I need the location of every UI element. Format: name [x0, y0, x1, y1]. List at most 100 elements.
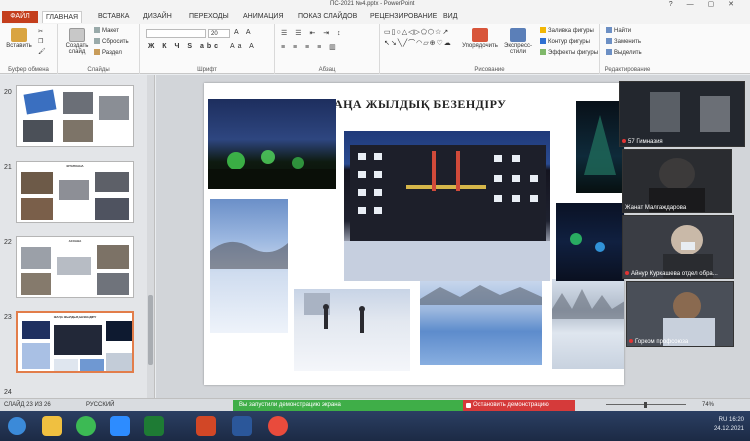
- thumb-number: 24: [4, 389, 12, 396]
- slide-workspace: ЖАҢА ЖЫЛДЫҚ БЕЗЕНДІРУ 57 Гимназия Жанат …: [156, 75, 750, 398]
- tab-transitions[interactable]: ПЕРЕХОДЫ: [186, 11, 232, 23]
- select-button[interactable]: Выделить: [606, 49, 642, 56]
- current-slide[interactable]: ЖАҢА ЖЫЛДЫҚ БЕЗЕНДІРУ: [204, 83, 624, 385]
- tab-review[interactable]: РЕЦЕНЗИРОВАНИЕ: [367, 11, 440, 23]
- photo-ice-rink-art: [420, 285, 542, 305]
- stop-share-button[interactable]: Остановить демонстрацию: [463, 400, 575, 411]
- select-icon: [606, 49, 612, 55]
- thumb-image: [97, 245, 129, 269]
- participant-name-2: Жанат Малгаждарова: [625, 205, 687, 211]
- slide-thumbnails-panel: 20 21 КІТАПХАНА 22 АСХАНА 23 ЖАҢА ЖЫЛДЫҚ…: [0, 75, 155, 398]
- file-explorer-icon[interactable]: [42, 416, 62, 436]
- thumb-image: [22, 321, 50, 339]
- photo-snowy-park[interactable]: [210, 199, 288, 333]
- zoom-slider[interactable]: [600, 402, 700, 408]
- system-tray[interactable]: RU 16:20 24.12.2021: [714, 416, 744, 434]
- replace-button[interactable]: Заменить: [606, 38, 641, 45]
- thumb-image: [95, 172, 129, 192]
- thumb-number: 23: [4, 314, 12, 321]
- photo-night-tree-art: [584, 115, 616, 175]
- stop-icon: [466, 403, 471, 408]
- photo-school-building[interactable]: [344, 131, 550, 281]
- quick-styles-button[interactable]: Экспресс-стили: [498, 28, 538, 55]
- tab-home[interactable]: ГЛАВНАЯ: [42, 11, 83, 23]
- photo-night-tree[interactable]: [576, 101, 624, 193]
- photo-neon-lights-art: [570, 233, 605, 252]
- format-painter-icon[interactable]: 🖌: [38, 48, 46, 55]
- font-color-icon[interactable]: Aa A: [230, 43, 257, 50]
- tab-insert[interactable]: ВСТАВКА: [95, 11, 132, 23]
- video-tile-1-art: [650, 92, 730, 132]
- slide-thumbnail-23[interactable]: ЖАҢА ЖЫЛДЫҚ БЕЗЕНДІРУ: [16, 311, 134, 373]
- video-tile-4[interactable]: Горком профсоюза: [626, 281, 734, 347]
- tab-view[interactable]: ВИД: [440, 11, 460, 23]
- browser-icon[interactable]: [268, 416, 288, 436]
- slide-thumbnail-21[interactable]: КІТАПХАНА: [16, 161, 134, 223]
- list-icons[interactable]: ☰ ☰ ⇤ ⇥ ↕: [281, 29, 344, 37]
- powerpoint-icon[interactable]: [196, 416, 216, 436]
- video-tile-3[interactable]: Айнур Куркашева отдел обра...: [622, 215, 734, 279]
- thumb-image: [63, 120, 93, 142]
- cut-icon[interactable]: ✂: [38, 28, 43, 35]
- layout-icon: [94, 27, 100, 33]
- window-controls[interactable]: ? — ▢ ✕: [669, 0, 740, 8]
- shapes-gallery-row2-icon[interactable]: ↖↘╲╱⌒◠▱⊕♡☁: [384, 38, 452, 48]
- align-icons[interactable]: ≡ ≡ ≡ ≡ ▥: [281, 43, 339, 51]
- powerpoint-screen: ПС-2021 №4.pptx - PowerPoint ? — ▢ ✕ ФАЙ…: [0, 0, 750, 441]
- thumb-number: 21: [4, 164, 12, 171]
- thumb-image: [63, 92, 93, 114]
- arrange-button[interactable]: Упорядочить: [460, 28, 500, 49]
- shape-fill-icon: [540, 27, 546, 33]
- font-style-icons[interactable]: Ж К Ч S abc: [148, 43, 221, 50]
- replace-icon: [606, 38, 612, 44]
- copy-icon[interactable]: ❐: [38, 38, 43, 45]
- photo-night-park[interactable]: [208, 99, 336, 189]
- shapes-gallery-icon[interactable]: ▭▯○△◁▷⬠⬡☆↗: [384, 28, 449, 36]
- section-button[interactable]: Раздел: [94, 49, 122, 56]
- slide-thumbnail-20[interactable]: [16, 85, 134, 147]
- photo-ice-rink[interactable]: [420, 281, 542, 365]
- group-paragraph: ☰ ☰ ⇤ ⇥ ↕ ≡ ≡ ≡ ≡ ▥ Абзац: [275, 24, 380, 74]
- start-button-icon[interactable]: [8, 417, 26, 435]
- word-icon[interactable]: [232, 416, 252, 436]
- thumb-image: [21, 172, 53, 194]
- zoom-thumb[interactable]: [644, 402, 647, 408]
- scrollbar-thumb[interactable]: [148, 295, 153, 365]
- thumb-image: [106, 321, 132, 341]
- quick-styles-icon: [510, 28, 526, 42]
- layout-button[interactable]: Макет: [94, 27, 119, 34]
- tab-slideshow[interactable]: ПОКАЗ СЛАЙДОВ: [295, 11, 360, 23]
- font-family-select[interactable]: [146, 29, 206, 38]
- tab-animation[interactable]: АНИМАЦИЯ: [240, 11, 287, 23]
- video-tile-4-art: [663, 292, 715, 346]
- reset-button[interactable]: Сбросить: [94, 38, 129, 45]
- shape-effects-button[interactable]: Эффекты фигуры: [540, 49, 598, 56]
- shape-outline-button[interactable]: Контур фигуры: [540, 38, 590, 45]
- chrome-icon[interactable]: [76, 416, 96, 436]
- tab-file[interactable]: ФАЙЛ: [2, 11, 38, 23]
- tab-design[interactable]: ДИЗАЙН: [140, 11, 175, 23]
- thumb-number: 22: [4, 239, 12, 246]
- new-slide-button[interactable]: Создать слайд: [62, 28, 92, 55]
- photo-neon-lights[interactable]: [556, 203, 624, 281]
- photo-people-snow[interactable]: [294, 289, 410, 371]
- slide-thumbnail-22[interactable]: АСХАНА: [16, 236, 134, 298]
- find-button[interactable]: Найти: [606, 27, 631, 34]
- paste-button[interactable]: Вставить: [4, 28, 34, 49]
- language-indicator[interactable]: РУССКИЙ: [86, 402, 114, 408]
- zoom-level[interactable]: 74%: [702, 402, 714, 408]
- photo-snowy-trees[interactable]: [552, 279, 624, 369]
- participant-name-4: Горком профсоюза: [629, 339, 688, 345]
- reset-icon: [94, 38, 100, 44]
- title-bar: ПС-2021 №4.pptx - PowerPoint ? — ▢ ✕: [0, 0, 750, 10]
- video-tile-1[interactable]: 57 Гимназия: [619, 81, 745, 147]
- thumbnails-scrollbar[interactable]: [147, 75, 154, 398]
- video-tile-2[interactable]: Жанат Малгаждарова: [622, 149, 732, 213]
- font-size-select[interactable]: 20: [208, 29, 230, 38]
- font-grow-icon[interactable]: A A: [234, 29, 254, 36]
- section-icon: [94, 49, 100, 55]
- zoom-app-icon[interactable]: [110, 416, 130, 436]
- shape-fill-button[interactable]: Заливка фигуры: [540, 27, 594, 34]
- paste-icon: [11, 28, 27, 42]
- excel-icon[interactable]: [144, 416, 164, 436]
